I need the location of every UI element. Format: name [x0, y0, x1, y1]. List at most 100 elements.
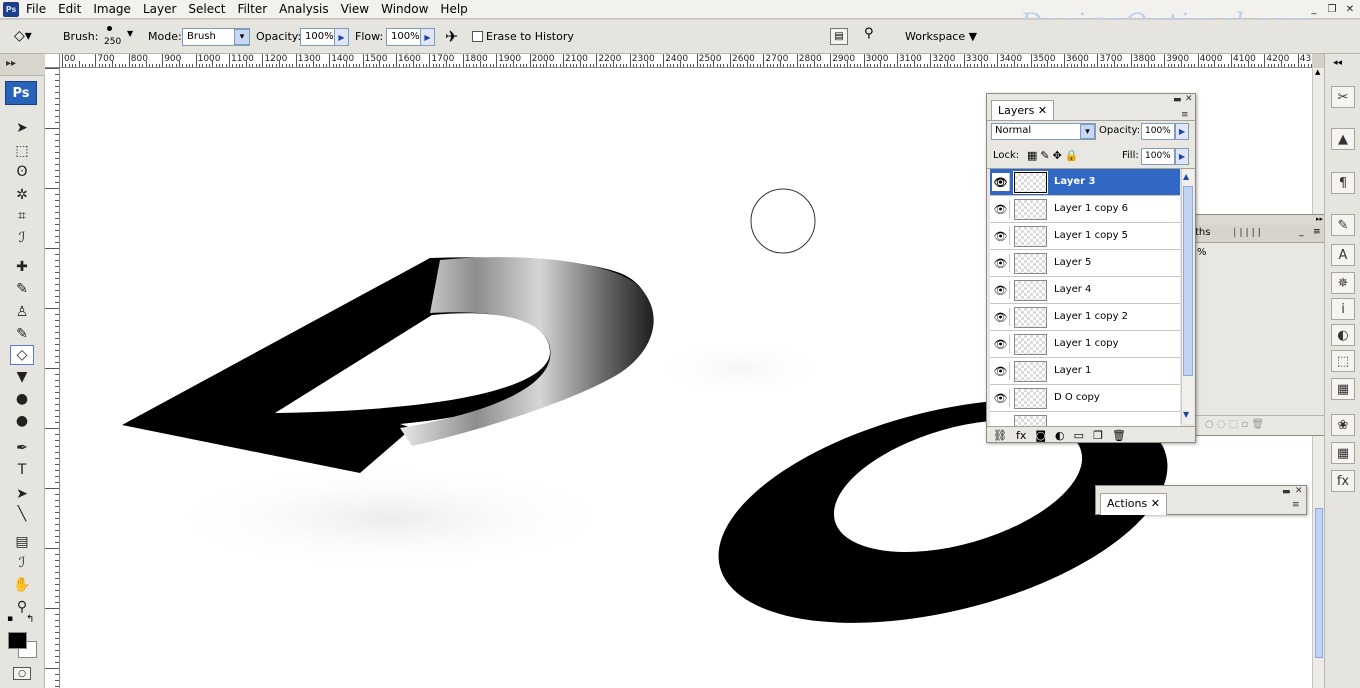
adjustment-layer-icon[interactable]: ◐	[1055, 429, 1065, 442]
layer-comps-icon[interactable]: ▦	[1331, 378, 1355, 400]
airbrush-icon[interactable]: ✈	[445, 27, 458, 46]
paths-menu-icon[interactable]: ≡	[1313, 227, 1321, 237]
toolbox-collapse-icon[interactable]: ▸▸	[0, 54, 45, 76]
layer-thumbnail[interactable]	[1014, 226, 1047, 247]
scroll-up-icon[interactable]: ▲	[1315, 68, 1323, 80]
fx-icon[interactable]: fx	[1331, 470, 1355, 492]
new-layer-icon[interactable]: ❐	[1093, 429, 1103, 442]
layer-row[interactable]: 👁 Layer 1 copy	[990, 331, 1180, 358]
layer-name[interactable]: Layer 4	[1054, 284, 1091, 295]
dock-expand-icon[interactable]: ◂◂	[1333, 58, 1342, 68]
visibility-eye-icon[interactable]: 👁	[992, 254, 1010, 272]
layer-thumbnail[interactable]	[1014, 334, 1047, 355]
chevron-down-icon[interactable]: ▾	[1080, 124, 1095, 139]
layer-thumbnail[interactable]	[1014, 388, 1047, 409]
visibility-eye-icon[interactable]: 👁	[992, 389, 1010, 407]
visibility-eye-icon[interactable]: 👁	[992, 173, 1010, 191]
layer-thumbnail[interactable]	[1013, 171, 1048, 194]
menu-analysis[interactable]: Analysis	[273, 0, 334, 19]
layers-panel-minimize-icon[interactable]: ▬	[1173, 95, 1182, 105]
layers-panel-menu-icon[interactable]: ≡	[1181, 110, 1189, 120]
horizontal-ruler[interactable]: 00 700 800 900 1000 1100 1200 1300 1400 1500 1600 1…	[60, 54, 1312, 68]
flow-arrow-icon[interactable]: ▶	[420, 28, 435, 46]
layer-name[interactable]: Layer 5	[1054, 257, 1091, 268]
magic-wand-tool-icon[interactable]: ✲	[10, 185, 34, 205]
new-group-icon[interactable]: ▭	[1074, 429, 1084, 442]
layer-name[interactable]: Layer 1 copy 6	[1054, 203, 1128, 214]
layer-row[interactable]: 👁 Layer 1 copy 6	[990, 196, 1180, 223]
visibility-eye-icon[interactable]: 👁	[992, 308, 1010, 326]
character-icon[interactable]: A	[1331, 244, 1355, 266]
history-brush-tool-icon[interactable]: ✎	[10, 324, 34, 344]
palette-well-icon[interactable]: ▤	[830, 28, 848, 45]
menu-edit[interactable]: Edit	[52, 0, 87, 19]
paint-bucket-tool-icon[interactable]: ▼	[10, 367, 34, 387]
menu-filter[interactable]: Filter	[231, 0, 273, 19]
navigator-icon[interactable]: ✵	[1331, 272, 1355, 294]
bridge-icon[interactable]: ⚲	[864, 26, 886, 46]
menu-file[interactable]: File	[20, 0, 52, 19]
layer-row-partial[interactable]	[990, 412, 1180, 426]
pen-tool-icon[interactable]: ✒	[10, 438, 34, 458]
actions-close-icon[interactable]: ✕	[1295, 486, 1303, 496]
type-tool-icon[interactable]: T	[10, 460, 34, 480]
ruler-origin[interactable]	[45, 54, 60, 68]
move-tool-icon[interactable]: ➤	[10, 118, 34, 138]
chevron-down-icon[interactable]: ▾	[234, 29, 250, 45]
visibility-eye-icon[interactable]: 👁	[992, 335, 1010, 353]
notes-tool-icon[interactable]: ▤	[10, 532, 34, 552]
layer-row[interactable]: 👁 Layer 1 copy 2	[990, 304, 1180, 331]
eyedropper-tool-icon[interactable]: ℐ	[10, 228, 34, 248]
swatches-icon[interactable]: ▦	[1331, 442, 1355, 464]
brush-tool-icon[interactable]: ✎	[10, 279, 34, 299]
brush-picker[interactable]: 250 ▼	[97, 24, 133, 50]
scroll-thumb[interactable]	[1315, 508, 1323, 658]
line-tool-icon[interactable]: ╲	[10, 504, 34, 524]
eraser-preset-icon[interactable]: ◇▾	[14, 28, 40, 46]
actions-tab[interactable]: Actions ✕	[1100, 493, 1167, 515]
visibility-eye-icon[interactable]: 👁	[992, 200, 1010, 218]
close-icon[interactable]: ✕	[1038, 104, 1047, 117]
actions-minimize-icon[interactable]: ▬	[1282, 487, 1291, 497]
info-icon[interactable]: i	[1331, 298, 1355, 320]
workspace-button[interactable]: Workspace ▼	[905, 30, 977, 43]
foreground-color-swatch[interactable]	[8, 632, 27, 649]
menu-select[interactable]: Select	[182, 0, 231, 19]
layers-tab[interactable]: Layers ✕	[991, 100, 1055, 120]
layer-row[interactable]: 👁 D O copy	[990, 385, 1180, 412]
photoshop-app-icon[interactable]: Ps	[3, 2, 19, 17]
layer-thumbnail[interactable]	[1014, 253, 1047, 274]
opacity-field[interactable]: 100%	[300, 28, 335, 46]
layer-name[interactable]: Layer 1 copy 2	[1054, 311, 1128, 322]
layer-thumbnail[interactable]	[1014, 307, 1047, 328]
flow-field[interactable]: 100%	[386, 28, 421, 46]
histogram-icon[interactable]: ▲	[1331, 128, 1355, 150]
layer-name[interactable]: D O copy	[1054, 392, 1100, 403]
layer-row[interactable]: 👁 Layer 3	[990, 169, 1180, 196]
eyedropper-2-tool-icon[interactable]: ℐ	[10, 553, 34, 573]
scroll-down-icon[interactable]: ▼	[1183, 410, 1193, 422]
layer-opacity-arrow-icon[interactable]: ▶	[1175, 123, 1189, 140]
fill-arrow-icon[interactable]: ▶	[1175, 148, 1189, 165]
visibility-eye-icon[interactable]: 👁	[992, 362, 1010, 380]
layer-row[interactable]: 👁 Layer 4	[990, 277, 1180, 304]
layer-row[interactable]: 👁 Layer 1	[990, 358, 1180, 385]
layer-name[interactable]: Layer 3	[1054, 176, 1095, 187]
close-icon[interactable]: ✕	[1151, 497, 1160, 510]
layer-name[interactable]: Layer 1 copy 5	[1054, 230, 1128, 241]
lock-icons[interactable]: ▦✎✥🔒	[1027, 149, 1082, 162]
visibility-eye-icon[interactable]: 👁	[992, 281, 1010, 299]
menu-window[interactable]: Window	[375, 0, 434, 19]
actions-menu-icon[interactable]: ≡	[1292, 500, 1300, 510]
quick-mask-icon[interactable]: ○	[13, 667, 31, 680]
brush-presets-icon[interactable]: ✎	[1331, 214, 1355, 236]
link-layers-icon[interactable]: ⛓	[993, 429, 1007, 442]
vertical-ruler[interactable]	[45, 68, 60, 688]
paths-tab[interactable]: ths	[1195, 227, 1210, 238]
erase-to-history-checkbox[interactable]	[472, 31, 483, 42]
layer-row[interactable]: 👁 Layer 1 copy 5	[990, 223, 1180, 250]
layer-thumbnail[interactable]	[1014, 361, 1047, 382]
menu-view[interactable]: View	[335, 0, 375, 19]
layer-row[interactable]: 👁 Layer 5	[990, 250, 1180, 277]
clone-stamp-tool-icon[interactable]: ♙	[10, 302, 34, 322]
